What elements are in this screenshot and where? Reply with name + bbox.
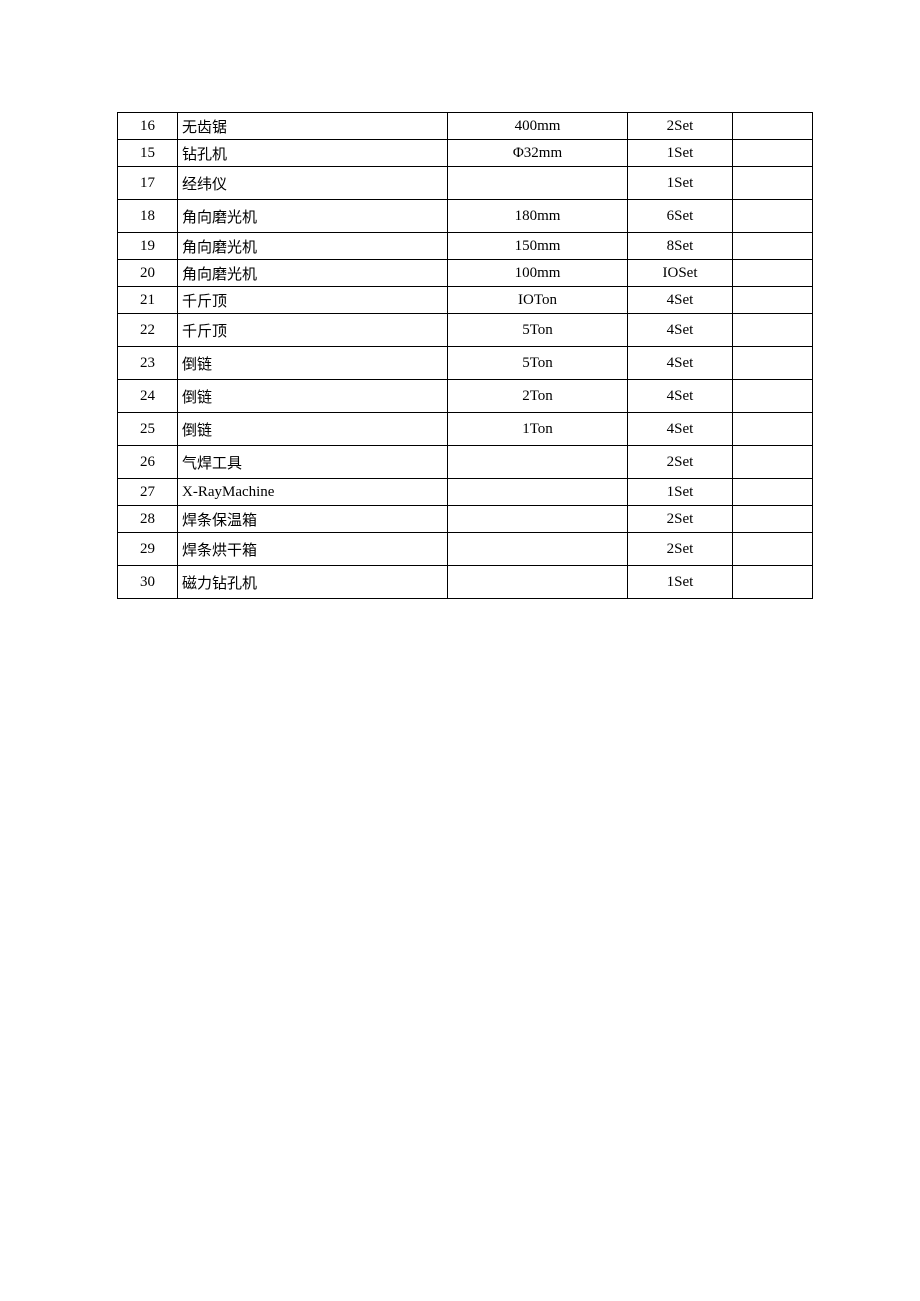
- cell-num: 23: [118, 347, 178, 380]
- cell-num: 25: [118, 413, 178, 446]
- cell-remark: [733, 479, 813, 506]
- cell-name: 倒链: [178, 380, 448, 413]
- cell-spec: 180mm: [448, 200, 628, 233]
- cell-name: 焊条烘干箱: [178, 533, 448, 566]
- cell-spec: 5Ton: [448, 347, 628, 380]
- cell-spec: 100mm: [448, 260, 628, 287]
- cell-remark: [733, 566, 813, 599]
- cell-num: 24: [118, 380, 178, 413]
- cell-remark: [733, 233, 813, 260]
- cell-name: 经纬仪: [178, 167, 448, 200]
- cell-qty: 4Set: [628, 380, 733, 413]
- cell-remark: [733, 314, 813, 347]
- cell-spec: [448, 167, 628, 200]
- cell-qty: 2Set: [628, 446, 733, 479]
- cell-remark: [733, 140, 813, 167]
- cell-qty: 1Set: [628, 140, 733, 167]
- cell-name: 焊条保温箱: [178, 506, 448, 533]
- cell-num: 19: [118, 233, 178, 260]
- table-row: 25倒链1Ton4Set: [118, 413, 813, 446]
- table-row: 29焊条烘干箱 2Set: [118, 533, 813, 566]
- cell-qty: 4Set: [628, 347, 733, 380]
- table-row: 26气焊工具 2Set: [118, 446, 813, 479]
- table-row: 21千斤顶IOTon4Set: [118, 287, 813, 314]
- table-row: 27X-RayMachine 1Set: [118, 479, 813, 506]
- cell-num: 16: [118, 113, 178, 140]
- cell-qty: 6Set: [628, 200, 733, 233]
- table-row: 17经纬仪 1Set: [118, 167, 813, 200]
- table-row: 20角向磨光机100mmIOSet: [118, 260, 813, 287]
- cell-num: 27: [118, 479, 178, 506]
- cell-spec: [448, 446, 628, 479]
- cell-qty: 1Set: [628, 167, 733, 200]
- cell-name: 倒链: [178, 413, 448, 446]
- cell-name: 角向磨光机: [178, 233, 448, 260]
- cell-num: 18: [118, 200, 178, 233]
- cell-qty: 8Set: [628, 233, 733, 260]
- cell-qty: 2Set: [628, 506, 733, 533]
- cell-remark: [733, 200, 813, 233]
- cell-num: 22: [118, 314, 178, 347]
- cell-remark: [733, 533, 813, 566]
- cell-num: 29: [118, 533, 178, 566]
- cell-num: 26: [118, 446, 178, 479]
- cell-qty: 4Set: [628, 314, 733, 347]
- cell-name: X-RayMachine: [178, 479, 448, 506]
- cell-remark: [733, 506, 813, 533]
- cell-remark: [733, 413, 813, 446]
- cell-num: 21: [118, 287, 178, 314]
- cell-spec: 5Ton: [448, 314, 628, 347]
- cell-spec: 400mm: [448, 113, 628, 140]
- cell-qty: 2Set: [628, 113, 733, 140]
- cell-name: 钻孔机: [178, 140, 448, 167]
- cell-num: 15: [118, 140, 178, 167]
- cell-spec: Φ32mm: [448, 140, 628, 167]
- cell-spec: [448, 506, 628, 533]
- cell-qty: 2Set: [628, 533, 733, 566]
- cell-qty: 4Set: [628, 287, 733, 314]
- cell-remark: [733, 167, 813, 200]
- table-row: 19角向磨光机150mm8Set: [118, 233, 813, 260]
- cell-qty: IOSet: [628, 260, 733, 287]
- table-row: 24倒链2Ton4Set: [118, 380, 813, 413]
- cell-remark: [733, 287, 813, 314]
- cell-name: 气焊工具: [178, 446, 448, 479]
- cell-remark: [733, 347, 813, 380]
- cell-name: 倒链: [178, 347, 448, 380]
- cell-num: 20: [118, 260, 178, 287]
- table-row: 30磁力钻孔机 1Set: [118, 566, 813, 599]
- cell-name: 千斤顶: [178, 287, 448, 314]
- cell-num: 30: [118, 566, 178, 599]
- cell-spec: 150mm: [448, 233, 628, 260]
- cell-qty: 1Set: [628, 479, 733, 506]
- cell-spec: [448, 533, 628, 566]
- table-row: 16无齿锯400mm2Set: [118, 113, 813, 140]
- table-row: 15钻孔机Φ32mm1Set: [118, 140, 813, 167]
- cell-name: 磁力钻孔机: [178, 566, 448, 599]
- equipment-table: 16无齿锯400mm2Set15钻孔机Φ32mm1Set17经纬仪1Set18角…: [117, 112, 813, 599]
- table-row: 22千斤顶5Ton4Set: [118, 314, 813, 347]
- cell-num: 17: [118, 167, 178, 200]
- cell-remark: [733, 380, 813, 413]
- cell-remark: [733, 113, 813, 140]
- cell-spec: 1Ton: [448, 413, 628, 446]
- table-row: 23倒链5Ton4Set: [118, 347, 813, 380]
- cell-name: 无齿锯: [178, 113, 448, 140]
- table-row: 28焊条保温箱 2Set: [118, 506, 813, 533]
- table-row: 18角向磨光机180mm6Set: [118, 200, 813, 233]
- cell-num: 28: [118, 506, 178, 533]
- cell-qty: 1Set: [628, 566, 733, 599]
- cell-remark: [733, 260, 813, 287]
- cell-qty: 4Set: [628, 413, 733, 446]
- cell-name: 角向磨光机: [178, 200, 448, 233]
- cell-spec: [448, 566, 628, 599]
- cell-spec: IOTon: [448, 287, 628, 314]
- cell-spec: 2Ton: [448, 380, 628, 413]
- cell-name: 千斤顶: [178, 314, 448, 347]
- cell-remark: [733, 446, 813, 479]
- cell-name: 角向磨光机: [178, 260, 448, 287]
- cell-spec: [448, 479, 628, 506]
